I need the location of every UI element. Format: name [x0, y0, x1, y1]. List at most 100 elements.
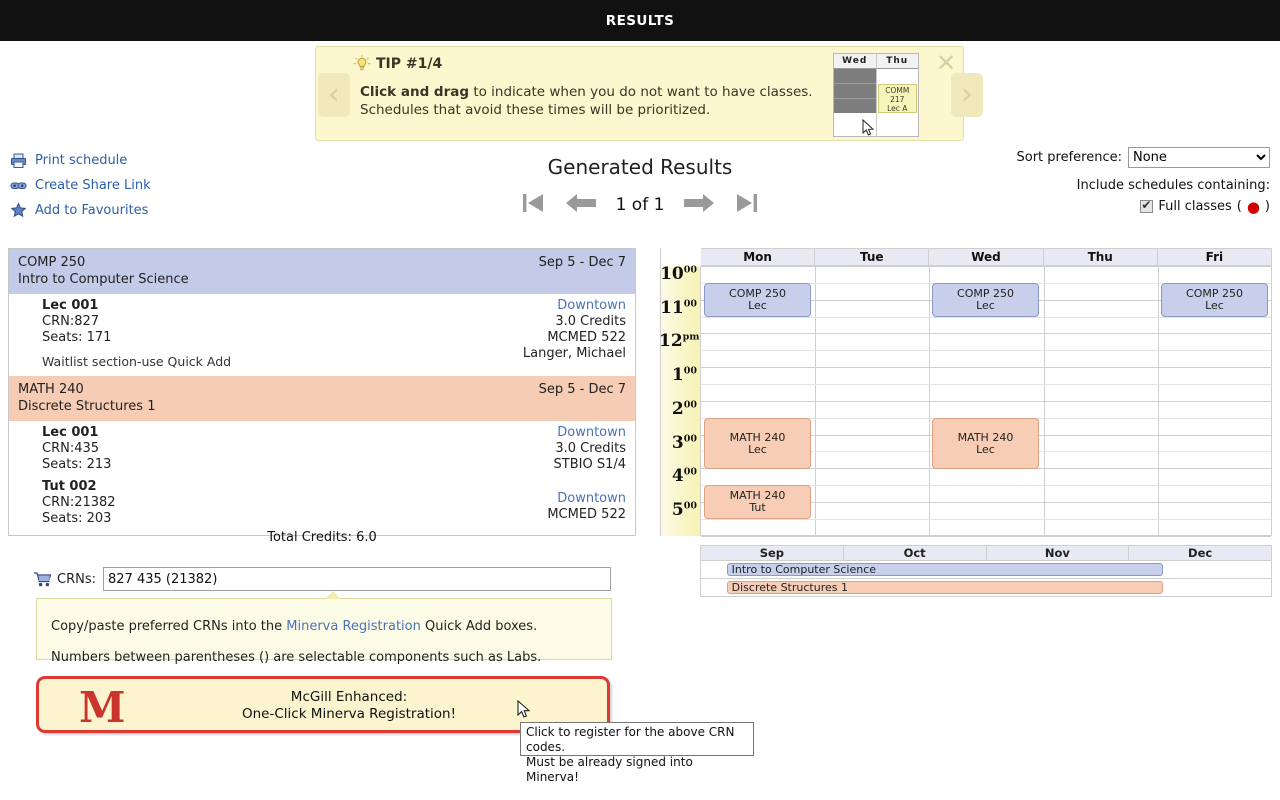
hour-number: 10 [660, 264, 684, 284]
calendar-hour-label: 200 [659, 399, 697, 419]
section-campus[interactable]: Downtown [547, 491, 626, 507]
calendar-hour-divider [701, 536, 1271, 537]
calendar-hour-divider [701, 266, 1271, 267]
minerva-registration-link[interactable]: Minerva Registration [286, 619, 421, 634]
hour-number: 4 [671, 466, 684, 487]
tooltip-nub [325, 591, 341, 599]
cart-icon [33, 571, 52, 588]
course-code: COMP 250 [18, 255, 86, 270]
hour-suffix: 00 [683, 500, 697, 512]
crn-row: CRNs: [33, 567, 611, 591]
close-icon[interactable]: ✕ [935, 51, 957, 75]
hour-number: 5 [671, 499, 684, 520]
crn-help-line1: Copy/paste preferred CRNs into the Miner… [51, 611, 597, 642]
tip-text-bold: Click and drag [360, 84, 470, 100]
next-page-button[interactable] [682, 190, 716, 220]
calendar-day-wed: Wed [929, 249, 1044, 265]
hour-number: 1 [671, 365, 684, 386]
section-campus[interactable]: Downtown [554, 425, 626, 441]
full-classes-checkbox[interactable] [1140, 198, 1154, 213]
minical-day-wed: Wed [834, 54, 877, 69]
crn-input[interactable] [103, 567, 611, 591]
calendar-grid[interactable]: COMP 250 Lec COMP 250 Lec COMP 250 Lec MATH 24… [701, 266, 1272, 537]
course-section[interactable]: Lec 001 CRN:827 Seats: 171 Downtown 3.0 … [9, 294, 635, 361]
crn-help-tooltip: Copy/paste preferred CRNs into the Miner… [36, 591, 612, 665]
calendar-event-type: Lec [976, 442, 995, 456]
calendar-day-tue: Tue [815, 249, 930, 265]
calendar-event[interactable]: COMP 250 Lec [932, 283, 1039, 317]
crn-help-line1-a: Copy/paste preferred CRNs into the [51, 619, 287, 634]
window-title-bar: RESULTS [0, 0, 1280, 41]
tip-next-button[interactable]: › [951, 73, 983, 117]
hour-suffix: 00 [683, 365, 697, 377]
calendar-event-course: MATH 240 [729, 430, 786, 444]
previous-page-button[interactable] [564, 190, 598, 220]
section-campus[interactable]: Downtown [523, 298, 626, 314]
link-icon [10, 177, 27, 194]
section-name: Lec 001 [42, 425, 99, 440]
calendar-event[interactable]: COMP 250 Lec [1161, 283, 1268, 317]
timeline-course-bar[interactable]: Discrete Structures 1 [726, 581, 1163, 594]
section-seats: Seats: 203 [42, 511, 112, 526]
calendar-event[interactable]: COMP 250 Lec [704, 283, 811, 317]
timeline-rows: Intro to Computer Science Discrete Struct… [700, 561, 1272, 597]
calendar-event[interactable]: MATH 240 Tut [704, 485, 811, 519]
tip-prev-button[interactable]: ‹ [318, 73, 350, 117]
timeline-row: Intro to Computer Science [700, 561, 1272, 579]
include-schedules-label: Include schedules containing: [1076, 178, 1270, 193]
calendar-hour-label: 100 [659, 365, 697, 385]
results-pager: 1 of 1 [440, 190, 840, 220]
hour-suffix: 00 [683, 399, 697, 411]
tip-banner: ‹ › TIP #1/4 Click and drag to indicate [315, 46, 983, 141]
first-page-button[interactable] [520, 190, 546, 220]
full-classes-label: Full classes [1158, 199, 1232, 214]
page-title: RESULTS [605, 12, 675, 29]
course-dates: Sep 5 - Dec 7 [538, 382, 626, 397]
tip-counter: TIP #1/4 [376, 56, 443, 72]
calendar-hour-label: 1000 [659, 264, 697, 284]
calendar-event-type: Lec [1205, 299, 1224, 312]
calendar-event[interactable]: MATH 240 Lec [932, 418, 1039, 469]
calendar-hour-label: 1100 [659, 298, 697, 318]
course-header-comp250[interactable]: COMP 250 Intro to Computer Science Sep 5… [9, 249, 635, 294]
lightbulb-icon [352, 55, 372, 73]
calendar-hour-label: 500 [659, 500, 697, 520]
course-section[interactable]: Tut 002 CRN:21382 Seats: 203 Downtown MC… [9, 475, 635, 535]
course-title: Discrete Structures 1 [18, 399, 156, 414]
minical-column-wed [834, 69, 877, 137]
timeline-month-oct: Oct [844, 546, 987, 560]
timeline-month-header: Sep Oct Nov Dec [700, 545, 1272, 561]
last-page-button[interactable] [734, 190, 760, 220]
sort-preference-select[interactable]: None [1128, 147, 1270, 168]
cursor-arrow-icon [862, 118, 875, 141]
timeline-row: Discrete Structures 1 [700, 579, 1272, 597]
calendar-day-thu: Thu [1044, 249, 1158, 265]
minical-event: COMM 217 Lec A [877, 84, 917, 113]
add-to-favourites-label: Add to Favourites [35, 203, 149, 218]
crn-label: CRNs: [57, 571, 96, 587]
weekly-calendar: Mon Tue Wed Thu Fri 1000 1100 12pm 100 200 300 400… [659, 248, 1272, 537]
section-room: MCMED 522 [547, 330, 626, 345]
add-to-favourites-link[interactable]: Add to Favourites [10, 198, 151, 223]
calendar-event-type: Lec [748, 299, 767, 312]
crn-help-line2: Numbers between parentheses () are selec… [51, 650, 542, 665]
calendar-hour-gutter: 1000 1100 12pm 100 200 300 400 500 [659, 264, 701, 536]
course-section[interactable]: Lec 001 CRN:435 Seats: 213 Downtown 3.0 … [9, 421, 635, 475]
course-title: Intro to Computer Science [18, 272, 189, 287]
sort-preference-row: Sort preference: None [1017, 147, 1270, 168]
calendar-event[interactable]: MATH 240 Lec [704, 418, 811, 469]
calendar-hour-divider [701, 401, 1271, 402]
calendar-day-mon: Mon [701, 249, 816, 265]
section-crn: CRN:21382 [42, 495, 116, 510]
full-class-dot-icon: ● [1246, 197, 1260, 216]
timeline-month-sep: Sep [701, 546, 844, 560]
minical-day-thu: Thu [876, 54, 918, 69]
timeline-month-nov: Nov [987, 546, 1130, 560]
calendar-event-type: Lec [976, 299, 995, 312]
timeline-course-bar[interactable]: Intro to Computer Science [726, 563, 1163, 576]
hour-suffix: 00 [683, 264, 697, 276]
minical-column-thu: COMM 217 Lec A [877, 69, 919, 137]
course-header-math240[interactable]: MATH 240 Discrete Structures 1 Sep 5 - D… [9, 376, 635, 421]
calendar-hour-divider [701, 333, 1271, 334]
calendar-hour-label: 400 [659, 466, 697, 486]
